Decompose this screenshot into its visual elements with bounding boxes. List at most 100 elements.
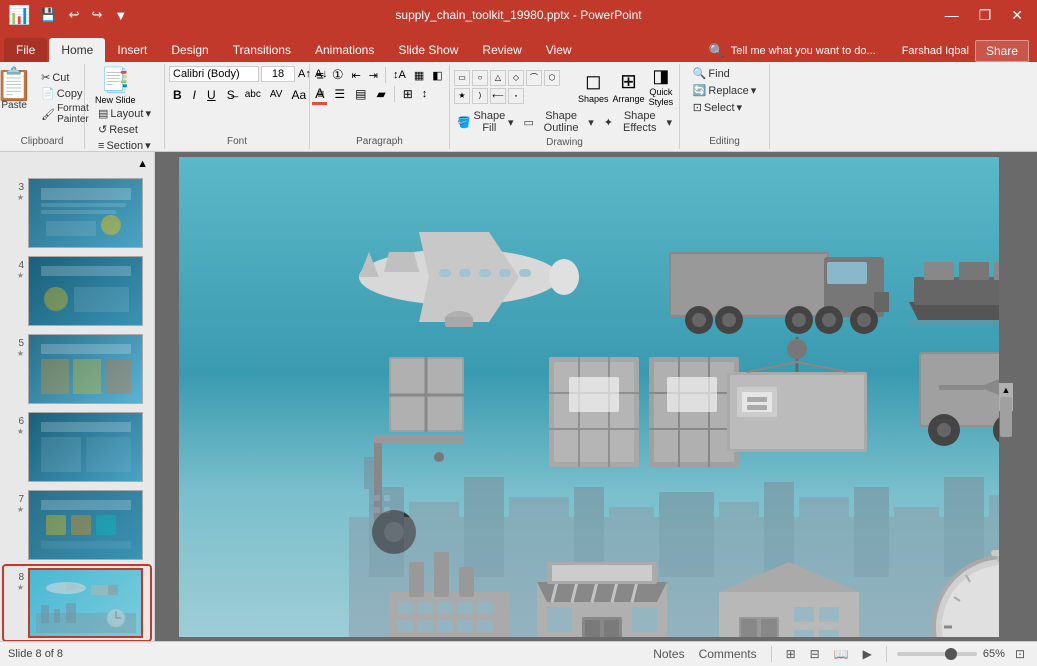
bold-button[interactable]: B [169,87,186,103]
shape-item[interactable]: ⬡ [544,70,560,86]
line-spacing-button[interactable]: ↕ [419,87,431,101]
shape-item[interactable]: ⟵ [490,88,506,104]
slide-thumb-6[interactable]: 6 ★ [4,410,150,484]
comments-button[interactable]: Comments [695,646,761,662]
slide-thumb-4[interactable]: 4 ★ [4,254,150,328]
font-name-input[interactable] [169,66,259,82]
bullets-button[interactable]: ≡ [313,67,327,84]
scroll-up-button[interactable]: ▲ [999,383,1013,397]
zoom-thumb[interactable] [945,648,957,660]
reset-button[interactable]: ↺ Reset [95,122,141,137]
shape-item[interactable]: ⟩ [472,88,488,104]
customize-quick-access-button[interactable]: ▼ [110,6,131,25]
paragraph-label: Paragraph [356,136,403,147]
shape-item[interactable]: ⬞ [508,88,524,104]
undo-button[interactable]: ↩ [65,5,84,25]
quick-styles-button[interactable]: ◨ Quick Styles [649,66,674,107]
slide-sorter-button[interactable]: ⊟ [806,646,824,662]
normal-view-button[interactable]: ⊞ [782,646,800,662]
minimize-button[interactable]: — [939,5,965,25]
shapes-button[interactable]: ◻ Shapes [578,69,609,104]
align-right-button[interactable]: ▤ [351,86,370,102]
justify-button[interactable]: ▰ [372,86,389,102]
format-painter-button[interactable]: 🖌 Format Painter [38,102,92,126]
main-canvas[interactable]: ▲ ▼ [155,152,1037,641]
clipboard-group: 📋 Paste ✂ Cut 📄 Copy 🖌 Format Painter Cl… [0,64,85,149]
shape-item[interactable]: ★ [454,88,470,104]
shape-effects-button[interactable]: ✦ Shape Effects ▾ [601,109,675,135]
shape-item[interactable]: △ [490,70,506,86]
tab-transitions[interactable]: Transitions [221,38,303,62]
align-center-button[interactable]: ☰ [330,86,349,102]
slides-group: 📑 New Slide ▤ Layout ▾ ↺ Reset ≡ Section… [85,64,165,149]
copy-button[interactable]: 📄 Copy [38,86,92,101]
maximize-button[interactable]: ❐ [973,5,998,26]
shape-fill-button[interactable]: 🪣 Shape Fill ▾ [454,109,517,135]
section-button[interactable]: ≡ Section ▾ [95,138,154,153]
numbering-button[interactable]: ① [329,66,347,84]
increase-indent-button[interactable]: ⇥ [366,68,381,83]
reading-view-button[interactable]: 📖 [830,646,853,662]
slide-thumbnail-5 [28,334,143,404]
shape-item[interactable]: ○ [472,70,488,86]
zoom-slider[interactable] [897,652,977,656]
decrease-indent-button[interactable]: ⇤ [349,68,364,83]
vertical-scrollbar[interactable]: ▲ ▼ [999,383,1013,411]
shapes-gallery: ▭ ○ △ ◇ ⌒ ⬡ ★ ⟩ ⟵ ⬞ [454,70,574,104]
paste-button[interactable]: 📋 Paste [0,66,36,113]
title-bar-left: 📊 💾 ↩ ↪ ▼ [8,5,131,26]
status-bar: Slide 8 of 8 Notes Comments ⊞ ⊟ 📖 ▶ 65% … [0,641,1037,666]
tab-design[interactable]: Design [159,38,220,62]
redo-button[interactable]: ↪ [88,5,107,25]
slide-thumb-8[interactable]: 8 ★ [4,566,150,640]
drawing-label: Drawing [546,137,583,148]
align-text-button[interactable]: ▦ [411,68,427,83]
shadow-button[interactable]: abc [242,88,264,101]
strikethrough-button[interactable]: S̶ [223,87,239,103]
slideshow-view-button[interactable]: ▶ [859,646,876,662]
slide-thumbnail-3 [28,178,143,248]
save-button[interactable]: 💾 [36,5,60,25]
shape-item[interactable]: ⌒ [526,70,542,86]
drawing-group: ▭ ○ △ ◇ ⌒ ⬡ ★ ⟩ ⟵ ⬞ ◻ Shapes [450,64,680,149]
tab-home[interactable]: Home [49,38,105,62]
find-button[interactable]: 🔍 Find [690,66,733,81]
shape-item[interactable]: ◇ [508,70,524,86]
editing-label: Editing [709,136,740,147]
scroll-thumb[interactable] [1000,397,1012,437]
replace-button[interactable]: 🔄 Replace ▾ [690,83,760,98]
tab-slideshow[interactable]: Slide Show [386,38,470,62]
columns-button[interactable]: ⊞ [399,86,417,102]
tab-animations[interactable]: Animations [303,38,386,62]
title-bar: 📊 💾 ↩ ↪ ▼ supply_chain_toolkit_19980.ppt… [0,0,1037,30]
tab-insert[interactable]: Insert [105,38,159,62]
arrange-button[interactable]: ⊞ Arrange [613,69,645,104]
shape-item[interactable]: ▭ [454,70,470,86]
close-button[interactable]: ✕ [1005,5,1029,26]
app-body: ▲ 3 ★ 4 [0,152,1037,641]
layout-button[interactable]: ▤ Layout ▾ [95,106,154,121]
slide-thumb-7[interactable]: 7 ★ [4,488,150,562]
tab-file[interactable]: File [4,38,47,62]
cut-button[interactable]: ✂ Cut [38,70,92,85]
slide-thumb-3[interactable]: 3 ★ [4,176,150,250]
slides-panel-scroll-up[interactable]: ▲ [135,156,150,172]
select-button[interactable]: ⊡ Select ▾ [690,100,745,115]
tab-review[interactable]: Review [470,38,533,62]
character-spacing-button[interactable]: AV [267,88,286,101]
ribbon-tabs: File Home Insert Design Transitions Anim… [0,30,1037,62]
notes-button[interactable]: Notes [649,646,688,662]
fit-slide-button[interactable]: ⊡ [1011,646,1029,662]
slide-thumb-5[interactable]: 5 ★ [4,332,150,406]
underline-button[interactable]: U [203,87,220,103]
text-direction-button[interactable]: ↕A [390,68,409,82]
change-case-button[interactable]: Aa [288,87,309,103]
share-button[interactable]: Share [975,40,1029,62]
italic-button[interactable]: I [189,87,200,103]
new-slide-button[interactable]: 📑 New Slide [95,66,136,105]
tab-view[interactable]: View [534,38,584,62]
shape-outline-button[interactable]: ▭ Shape Outline ▾ [521,109,597,135]
smartart-button[interactable]: ◧ [429,68,445,83]
align-left-button[interactable]: ≡ [313,86,328,102]
font-size-input[interactable] [261,66,295,82]
